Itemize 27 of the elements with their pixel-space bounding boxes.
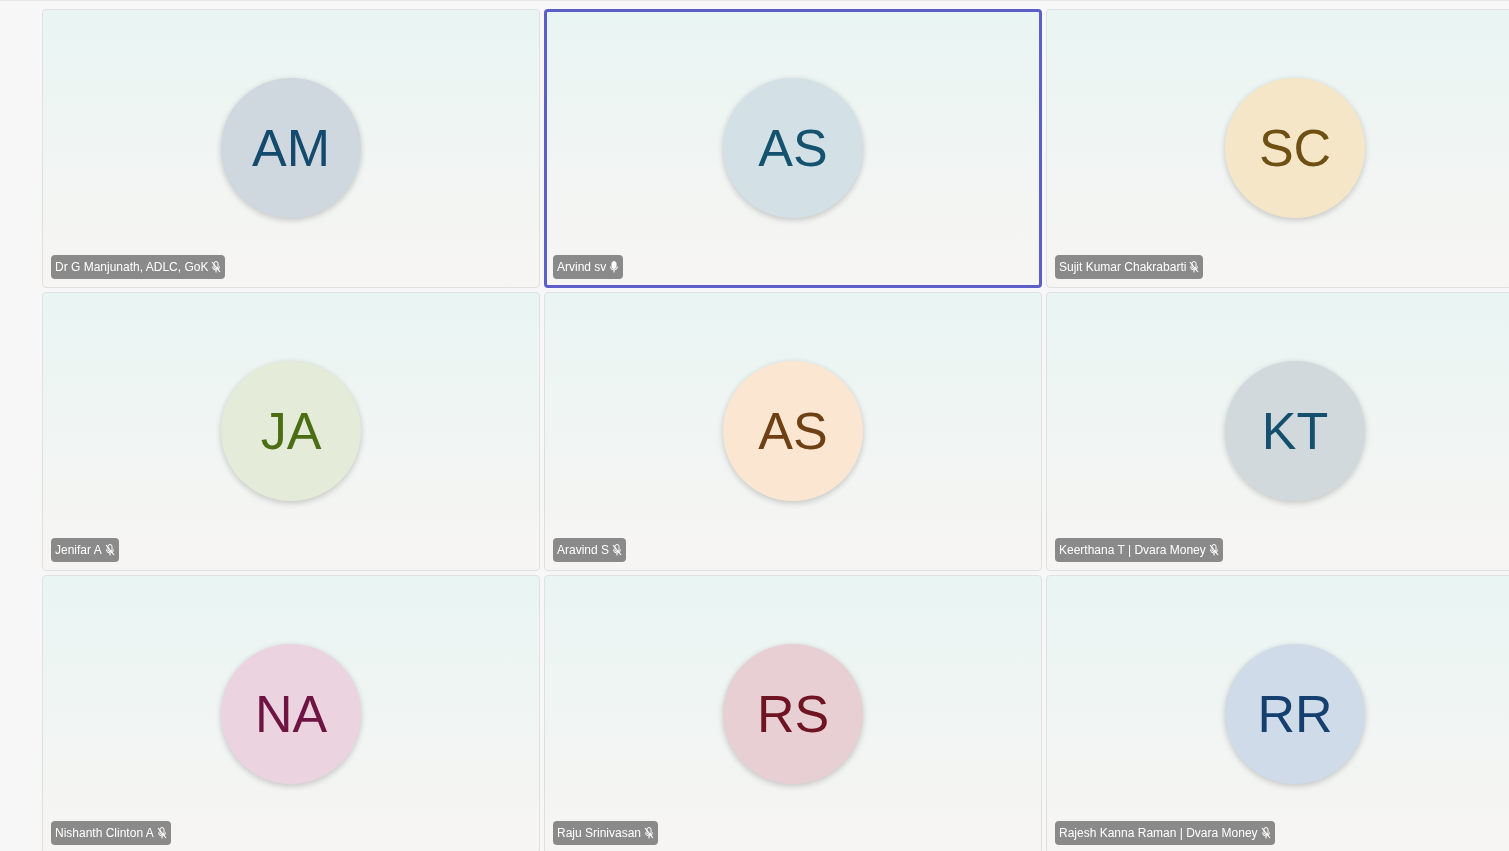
- participant-tile[interactable]: AS Arvind sv: [544, 9, 1042, 288]
- participant-name: Nishanth Clinton A: [55, 825, 154, 842]
- participant-tile[interactable]: JA Jenifar A: [42, 292, 540, 571]
- avatar-initials: AM: [252, 117, 330, 179]
- participant-tile[interactable]: RS Raju Srinivasan: [544, 575, 1042, 851]
- participant-tile[interactable]: RR Rajesh Kanna Raman | Dvara Money: [1046, 575, 1509, 851]
- avatar-initials: AS: [758, 117, 828, 179]
- participant-tile[interactable]: NA Nishanth Clinton A: [42, 575, 540, 851]
- participant-tile[interactable]: AM Dr G Manjunath, ADLC, GoK: [42, 9, 540, 288]
- participant-name: Aravind S: [557, 542, 610, 559]
- avatar-initials: KT: [1261, 400, 1329, 462]
- avatar-initials: JA: [260, 400, 322, 462]
- avatar-initials: RR: [1257, 683, 1333, 745]
- participant-name: Rajesh Kanna Raman | Dvara Money: [1059, 825, 1258, 842]
- participant-name: Sujit Kumar Chakrabarti: [1059, 259, 1187, 276]
- participant-tile[interactable]: SC Sujit Kumar Chakrabarti: [1046, 9, 1509, 288]
- participant-name: Raju Srinivasan: [557, 825, 642, 842]
- participant-name: Dr G Manjunath, ADLC, GoK: [55, 259, 209, 276]
- participant-name: Keerthana T | Dvara Money: [1059, 542, 1206, 559]
- avatar-initials: SC: [1258, 117, 1332, 179]
- participant-tile[interactable]: AS Aravind S: [544, 292, 1042, 571]
- avatar-initials: AS: [758, 400, 828, 462]
- participant-name: Jenifar A: [55, 542, 102, 559]
- avatar-initials: NA: [254, 683, 328, 745]
- participant-name: Arvind sv: [557, 259, 607, 276]
- avatar-initials: RS: [756, 683, 830, 745]
- participant-tile[interactable]: KT Keerthana T | Dvara Money: [1046, 292, 1509, 571]
